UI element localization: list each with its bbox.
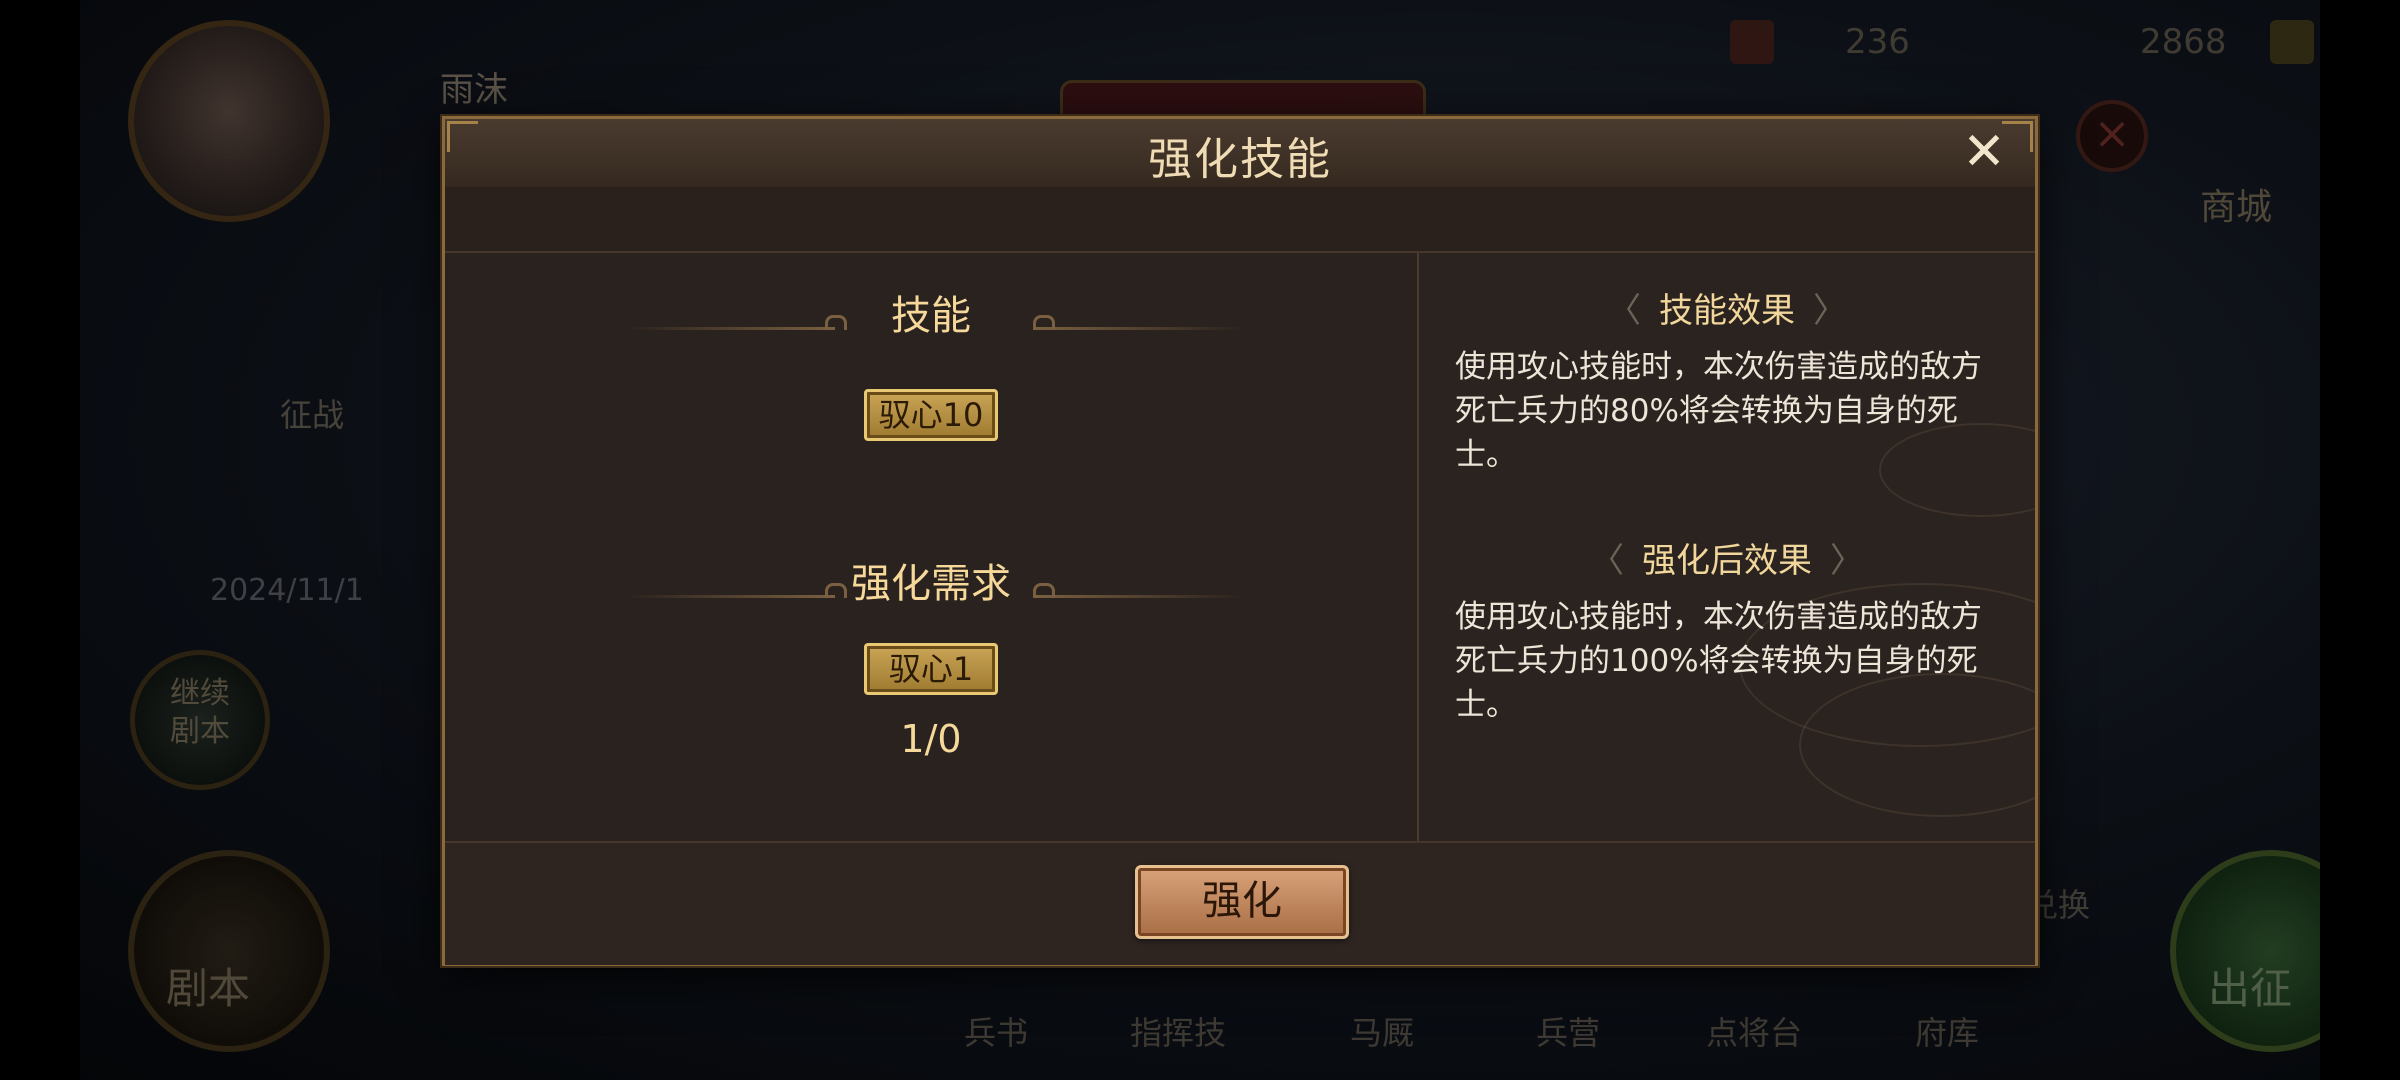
corner-ornament (2002, 121, 2033, 152)
divider-ornament (1035, 595, 1245, 598)
after-effect-description: 使用攻心技能时，本次伤害造成的敌方死亡兵力的100%将会转换为自身的死士。 (1455, 599, 1982, 723)
divider-ornament (625, 327, 835, 330)
bracket-right-icon: 〉 (1813, 291, 1847, 331)
required-skill-chip[interactable]: 驭心1 (864, 643, 998, 695)
after-effect-section-title: 强化后效果 (1642, 541, 1812, 581)
bracket-left-icon: 〈 (1590, 541, 1624, 581)
skill-pane: 技能 驭心10 强化需求 驭心1 1/0 (445, 253, 1417, 841)
corner-ornament (447, 121, 478, 152)
bracket-right-icon: 〉 (1830, 541, 1864, 581)
effect-description: 使用攻心技能时，本次伤害造成的敌方死亡兵力的80%将会转换为自身的死士。 (1455, 349, 1982, 473)
letterbox-left (0, 0, 80, 1080)
dialog-footer: 强化 (445, 841, 2035, 965)
requirement-section-title: 强化需求 (851, 561, 1011, 607)
dialog-title: 强化技能 (1148, 134, 1332, 185)
skill-section-title: 技能 (891, 293, 971, 339)
divider-ornament (625, 595, 835, 598)
dialog-subbar (445, 187, 2035, 253)
effect-pane: 〈技能效果〉 使用攻心技能时，本次伤害造成的敌方死亡兵力的80%将会转换为自身的… (1419, 253, 2035, 841)
skill-chip[interactable]: 驭心10 (864, 389, 998, 441)
bracket-left-icon: 〈 (1607, 291, 1641, 331)
dialog-header: 强化技能 ✕ (445, 119, 2035, 189)
letterbox-right (2320, 0, 2400, 1080)
effect-section-title: 技能效果 (1659, 291, 1795, 331)
upgrade-skill-dialog: 强化技能 ✕ 技能 驭心10 强化需求 驭心1 1/0 〈技能效果〉 使用攻心技… (442, 116, 2038, 966)
divider-ornament (1035, 327, 1245, 330)
requirement-progress: 1/0 (900, 717, 962, 761)
upgrade-button[interactable]: 强化 (1135, 865, 1349, 939)
after-effect-heading: 〈强化后效果〉 (1419, 533, 2035, 582)
effect-heading: 〈技能效果〉 (1419, 283, 2035, 332)
